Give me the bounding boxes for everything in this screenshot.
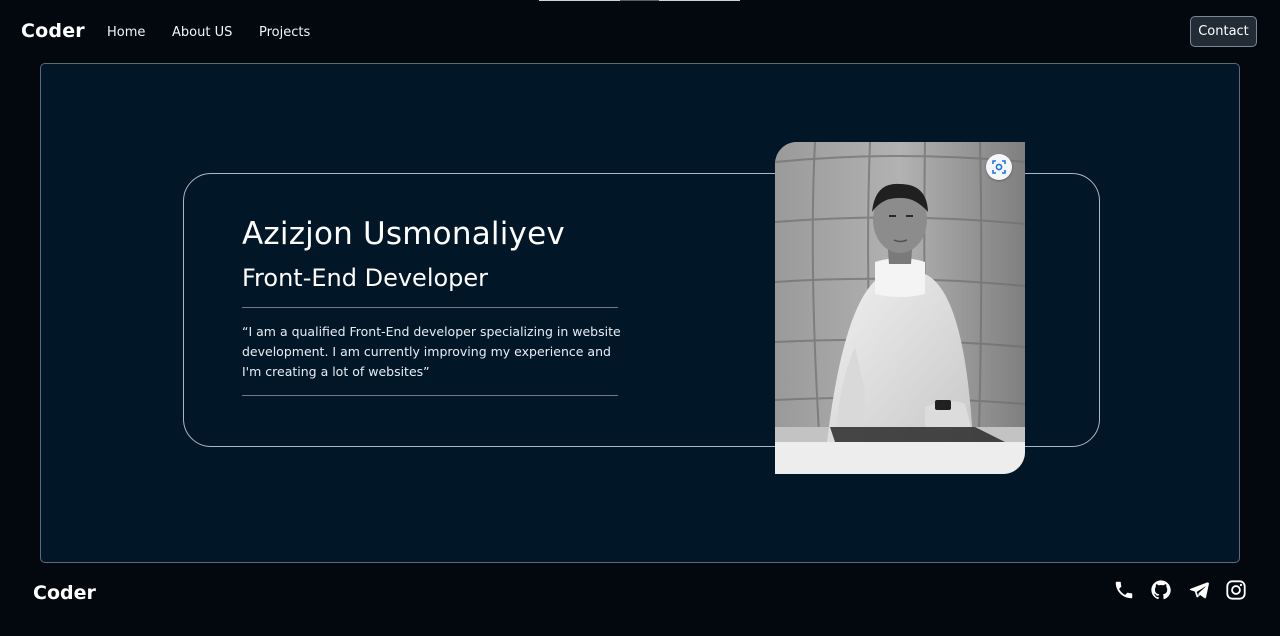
lens-search-button[interactable] [986,154,1012,180]
footer-brand[interactable]: Coder [33,582,96,604]
person-role: Front-End Developer [242,264,489,292]
divider-bottom [242,395,618,396]
lens-search-icon [991,159,1007,175]
nav-link-about-us[interactable]: About US [172,25,232,40]
contact-button[interactable]: Contact [1190,16,1257,47]
brand-logo[interactable]: Coder [21,20,85,42]
profile-photo [775,142,1025,474]
person-name: Azizjon Usmonaliyev [242,216,565,252]
footer: Coder [0,563,1280,636]
phone-icon [1113,579,1135,605]
bio-quote: “I am a qualified Front-End developer sp… [242,324,621,379]
github-link[interactable] [1149,580,1173,604]
phone-link[interactable] [1112,580,1136,604]
instagram-link[interactable] [1224,580,1248,604]
nav-link-home[interactable]: Home [107,25,145,40]
nav-link-projects[interactable]: Projects [259,25,310,40]
telegram-link[interactable] [1187,580,1211,604]
divider-top [242,307,618,308]
instagram-icon [1225,579,1247,605]
top-navbar: Coder Home About US Projects Contact [0,0,1280,64]
profile-photo-illustration [775,142,1025,474]
telegram-icon [1188,579,1210,605]
github-icon [1150,579,1172,605]
hero-section: Azizjon Usmonaliyev Front-End Developer … [40,63,1240,563]
